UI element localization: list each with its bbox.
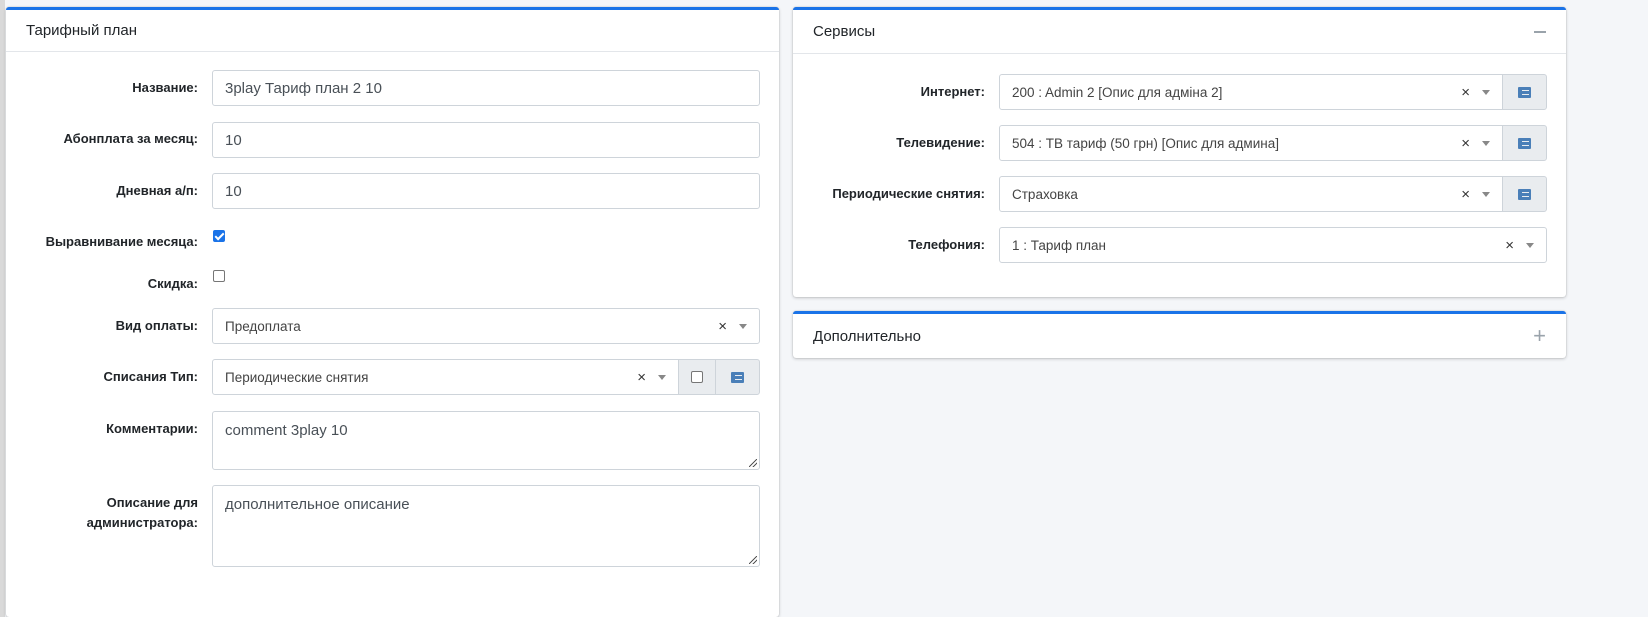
left-edge-bar xyxy=(0,0,5,617)
comments-resize-handle-icon[interactable] xyxy=(749,459,757,467)
tariff-plan-card: Тарифный план Название: 3play Тариф план… xyxy=(6,7,779,617)
tv-select[interactable]: 504 : ТВ тариф (50 грн) [Опис для админа… xyxy=(999,125,1503,161)
periodic-list-button[interactable] xyxy=(1502,176,1547,212)
extra-title: Дополнительно xyxy=(813,327,921,345)
periodic-chevron-down-icon[interactable] xyxy=(1482,191,1490,197)
admin-desc-label-line1: Описание для xyxy=(106,495,198,510)
payment-type-label: Вид оплаты: xyxy=(115,318,198,333)
admin-desc-label-line2: администратора: xyxy=(86,515,198,530)
tariff-plan-title: Тарифный план xyxy=(26,22,138,39)
tv-value: 504 : ТВ тариф (50 грн) [Опис для админа… xyxy=(1012,135,1279,151)
admin-desc-textarea[interactable]: дополнительное описание xyxy=(212,485,760,567)
charge-type-value: Периодические снятия xyxy=(225,369,369,385)
charge-type-list-button[interactable] xyxy=(715,359,760,395)
telephony-value: 1 : Тариф план xyxy=(1012,237,1106,253)
periodic-label: Периодические снятия: xyxy=(832,186,985,201)
tv-list-button[interactable] xyxy=(1502,125,1547,161)
charge-type-chevron-down-icon[interactable] xyxy=(658,374,666,380)
daily-fee-input[interactable]: 10 xyxy=(212,173,760,209)
periodic-select[interactable]: Страховка × xyxy=(999,176,1503,212)
monthly-fee-label: Абонплата за месяц: xyxy=(63,131,198,146)
payment-type-chevron-down-icon[interactable] xyxy=(739,323,747,329)
extra-header[interactable]: Дополнительно + xyxy=(793,314,1566,358)
internet-value: 200 : Admin 2 [Опис для адміна 2] xyxy=(1012,84,1223,100)
extra-card: Дополнительно + xyxy=(793,311,1566,358)
name-value: 3play Тариф план 2 10 xyxy=(225,79,382,97)
tv-chevron-down-icon[interactable] xyxy=(1482,140,1490,146)
charge-type-label: Списания Тип: xyxy=(103,369,198,384)
tv-clear-icon[interactable]: × xyxy=(1461,135,1470,152)
list-icon xyxy=(1518,137,1531,149)
internet-select[interactable]: 200 : Admin 2 [Опис для адміна 2] × xyxy=(999,74,1503,110)
list-icon xyxy=(1518,86,1531,98)
admin-desc-value: дополнительное описание xyxy=(225,496,410,513)
periodic-value: Страховка xyxy=(1012,186,1078,202)
name-label: Название: xyxy=(132,80,198,95)
charge-type-addon-checkbox[interactable] xyxy=(691,371,703,383)
telephony-select[interactable]: 1 : Тариф план × xyxy=(999,227,1547,263)
monthly-fee-input[interactable]: 10 xyxy=(212,122,760,158)
internet-chevron-down-icon[interactable] xyxy=(1482,89,1490,95)
admin-desc-resize-handle-icon[interactable] xyxy=(749,556,757,564)
discount-label: Скидка: xyxy=(147,276,198,291)
comments-label: Комментарии: xyxy=(106,421,198,436)
telephony-chevron-down-icon[interactable] xyxy=(1526,242,1534,248)
month-align-label: Выравнивание месяца: xyxy=(45,234,198,249)
internet-label: Интернет: xyxy=(920,84,985,99)
charge-type-clear-icon[interactable]: × xyxy=(637,369,646,386)
telephony-label: Телефония: xyxy=(908,237,985,252)
periodic-clear-icon[interactable]: × xyxy=(1461,186,1470,203)
telephony-clear-icon[interactable]: × xyxy=(1505,237,1514,254)
services-header: Сервисы xyxy=(793,10,1566,54)
charge-type-select[interactable]: Периодические снятия × xyxy=(212,359,679,395)
payment-type-clear-icon[interactable]: × xyxy=(718,318,727,335)
month-align-checkbox[interactable] xyxy=(213,230,225,242)
tv-label: Телевидение: xyxy=(896,135,985,150)
payment-type-select[interactable]: Предоплата × xyxy=(212,308,760,344)
payment-type-value: Предоплата xyxy=(225,318,301,334)
daily-fee-value: 10 xyxy=(225,182,242,200)
tariff-plan-header: Тарифный план xyxy=(6,10,779,52)
services-title: Сервисы xyxy=(813,23,876,40)
comments-value: comment 3play 10 xyxy=(225,422,348,439)
discount-checkbox[interactable] xyxy=(213,270,225,282)
admin-desc-label: Описание для администратора: xyxy=(87,493,198,533)
daily-fee-label: Дневная а/п: xyxy=(116,183,198,198)
list-icon xyxy=(731,371,744,383)
internet-list-button[interactable] xyxy=(1502,74,1547,110)
internet-clear-icon[interactable]: × xyxy=(1461,84,1470,101)
name-input[interactable]: 3play Тариф план 2 10 xyxy=(212,70,760,106)
services-card: Сервисы Интернет: 200 : Admin 2 [Опис дл… xyxy=(793,7,1566,297)
comments-textarea[interactable]: comment 3play 10 xyxy=(212,411,760,470)
plus-icon[interactable]: + xyxy=(1533,325,1546,347)
charge-type-checkbox-addon xyxy=(678,359,716,395)
monthly-fee-value: 10 xyxy=(225,131,242,149)
minus-icon[interactable] xyxy=(1534,30,1546,33)
list-icon xyxy=(1518,188,1531,200)
